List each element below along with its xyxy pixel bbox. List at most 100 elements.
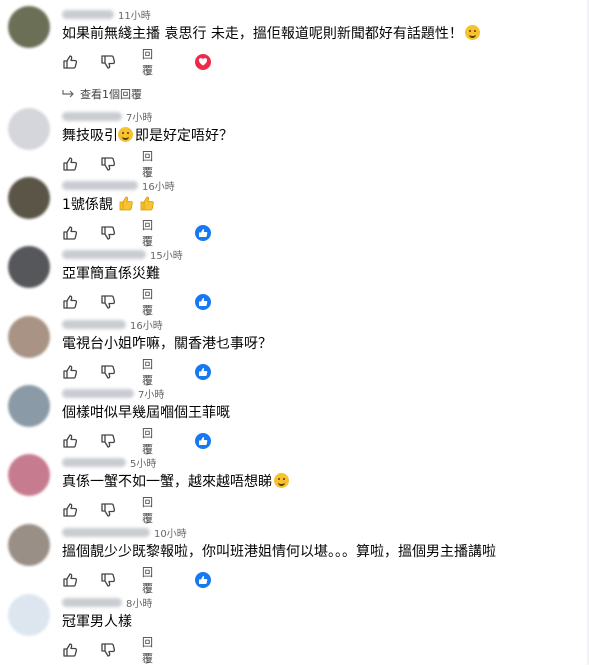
- comment-text: 亞軍簡直係災難: [62, 266, 160, 282]
- comment-item: 10小時 搵個靚少少既黎報啦，你叫班港姐情何以堪。。。算啦，搵個男主播講啦 回覆: [0, 524, 589, 595]
- comment-item: 7小時 舞技吸引 即是好定唔好？ 回覆: [0, 108, 589, 179]
- reply-button[interactable]: 回覆: [142, 427, 153, 456]
- avatar[interactable]: [8, 524, 50, 566]
- like-button[interactable]: [62, 224, 78, 242]
- love-reaction-icon[interactable]: [195, 54, 211, 70]
- like-reaction-icon[interactable]: [195, 225, 211, 241]
- author-name-redacted[interactable]: [62, 528, 150, 537]
- thumbs-down-icon: [101, 295, 116, 309]
- reply-button[interactable]: 回覆: [142, 48, 153, 77]
- avatar[interactable]: [8, 177, 50, 219]
- like-button[interactable]: [62, 432, 78, 450]
- thumbs-down-icon: [101, 157, 116, 171]
- author-name-redacted[interactable]: [62, 250, 146, 259]
- comment-meta: 16小時: [62, 317, 163, 332]
- dislike-button[interactable]: [100, 363, 116, 381]
- thumbs-up-icon: [63, 55, 78, 69]
- dislike-button[interactable]: [100, 155, 116, 173]
- comment-time[interactable]: 11小時: [118, 11, 151, 22]
- comment-time[interactable]: 15小時: [150, 251, 183, 262]
- comment-item: 16小時 1號係靚 回覆: [0, 177, 589, 248]
- author-name-redacted[interactable]: [62, 10, 114, 19]
- comment-time[interactable]: 7小時: [138, 390, 164, 401]
- like-button[interactable]: [62, 501, 78, 519]
- thumbs-down-icon: [101, 503, 116, 517]
- comment-item: 11小時 如果前無綫主播 袁思行 未走，搵佢報道呢則新聞都好有話題性！ 回覆 查…: [0, 6, 589, 101]
- like-reaction-icon[interactable]: [195, 364, 211, 380]
- like-button[interactable]: [62, 155, 78, 173]
- like-reaction-icon[interactable]: [195, 433, 211, 449]
- comment-text: 冠軍男人樣: [62, 614, 132, 630]
- reply-button[interactable]: 回覆: [142, 150, 153, 179]
- author-name-redacted[interactable]: [62, 320, 126, 329]
- reply-button[interactable]: 回覆: [142, 219, 153, 248]
- like-reaction-icon[interactable]: [195, 572, 211, 588]
- reply-button[interactable]: 回覆: [142, 636, 153, 665]
- comment-item: 15小時 亞軍簡直係災難 回覆: [0, 246, 589, 317]
- thumbs-up-icon: [63, 295, 78, 309]
- comment-time[interactable]: 8小時: [126, 599, 152, 610]
- author-name-redacted[interactable]: [62, 389, 134, 398]
- comment-meta: 10小時: [62, 525, 187, 540]
- thumbs-up-emoji-icon: [140, 196, 154, 211]
- like-button[interactable]: [62, 571, 78, 589]
- comment-item: 7小時 個樣咁似早幾屆嗰個王菲嘅 回覆: [0, 385, 589, 456]
- comment-meta: 5小時: [62, 455, 156, 470]
- thumbs-down-icon: [101, 434, 116, 448]
- avatar[interactable]: [8, 246, 50, 288]
- dislike-button[interactable]: [100, 432, 116, 450]
- like-reaction-icon[interactable]: [195, 294, 211, 310]
- comment-meta: 7小時: [62, 109, 152, 124]
- comment-time[interactable]: 10小時: [154, 529, 187, 540]
- dislike-button[interactable]: [100, 501, 116, 519]
- comment-meta: 7小時: [62, 386, 164, 401]
- thumbs-down-icon: [101, 55, 116, 69]
- view-replies-link[interactable]: 查看1個回覆: [62, 86, 142, 102]
- comment-text: 搵個靚少少既黎報啦，你叫班港姐情何以堪。。。算啦，搵個男主播講啦: [62, 544, 496, 560]
- reply-arrow-icon: [62, 90, 74, 98]
- comment-text: 1號係靚: [62, 196, 154, 214]
- thinking-face-icon: [118, 127, 133, 142]
- winking-face-with-tongue-icon: [464, 25, 480, 40]
- reply-button[interactable]: 回覆: [142, 566, 153, 595]
- comment-text: 電視台小姐咋嘛，關香港乜事呀？: [62, 336, 272, 352]
- reply-button[interactable]: 回覆: [142, 358, 153, 387]
- like-button[interactable]: [62, 641, 78, 659]
- author-name-redacted[interactable]: [62, 112, 122, 121]
- avatar[interactable]: [8, 108, 50, 150]
- thumbs-down-icon: [101, 365, 116, 379]
- author-name-redacted[interactable]: [62, 598, 122, 607]
- comment-meta: 8小時: [62, 595, 152, 610]
- comment-meta: 15小時: [62, 247, 183, 262]
- author-name-redacted[interactable]: [62, 181, 138, 190]
- dislike-button[interactable]: [100, 53, 116, 71]
- dislike-button[interactable]: [100, 571, 116, 589]
- comment-text: 真係一蟹不如一蟹，越來越唔想睇: [62, 473, 289, 491]
- comment-time[interactable]: 16小時: [130, 321, 163, 332]
- thumbs-up-icon: [63, 365, 78, 379]
- comment-time[interactable]: 5小時: [130, 459, 156, 470]
- like-button[interactable]: [62, 363, 78, 381]
- thumbs-up-icon: [63, 226, 78, 240]
- dislike-button[interactable]: [100, 224, 116, 242]
- thinking-face-icon: [274, 473, 289, 488]
- reply-button[interactable]: 回覆: [142, 496, 153, 525]
- like-button[interactable]: [62, 53, 78, 71]
- dislike-button[interactable]: [100, 293, 116, 311]
- thumbs-up-emoji-icon: [119, 196, 134, 211]
- avatar[interactable]: [8, 6, 50, 48]
- reply-button[interactable]: 回覆: [142, 288, 153, 317]
- comment-item: 8小時 冠軍男人樣 回覆: [0, 594, 589, 665]
- avatar[interactable]: [8, 594, 50, 636]
- comment-time[interactable]: 7小時: [126, 113, 152, 124]
- avatar[interactable]: [8, 454, 50, 496]
- dislike-button[interactable]: [100, 641, 116, 659]
- author-name-redacted[interactable]: [62, 458, 126, 467]
- comment-time[interactable]: 16小時: [142, 182, 175, 193]
- like-button[interactable]: [62, 293, 78, 311]
- avatar[interactable]: [8, 385, 50, 427]
- thumbs-up-icon: [63, 643, 78, 657]
- avatar[interactable]: [8, 316, 50, 358]
- thumbs-down-icon: [101, 643, 116, 657]
- comment-item: 16小時 電視台小姐咋嘛，關香港乜事呀？ 回覆: [0, 316, 589, 387]
